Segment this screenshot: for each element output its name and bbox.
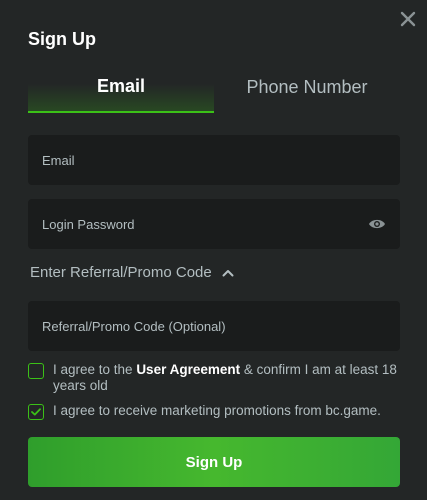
user-agreement-link[interactable]: User Agreement <box>136 362 240 377</box>
modal-title: Sign Up <box>28 29 96 49</box>
user-agreement-text: I agree to the User Agreement & confirm … <box>53 362 400 394</box>
marketing-checkbox[interactable] <box>28 404 44 420</box>
password-field-container <box>28 199 400 249</box>
user-agreement-checkbox[interactable] <box>28 363 44 379</box>
password-input[interactable] <box>42 216 368 232</box>
tab-phone-number[interactable]: Phone Number <box>214 72 400 113</box>
referral-toggle-label: Enter Referral/Promo Code <box>30 264 212 281</box>
signup-method-tabs: Email Phone Number <box>28 72 400 113</box>
email-field-container <box>28 135 400 185</box>
signup-modal: Sign Up Email Phone Number Enter Referra… <box>0 0 427 500</box>
marketing-row: I agree to receive marketing promotions … <box>28 403 400 420</box>
referral-code-input[interactable] <box>42 318 386 334</box>
marketing-text: I agree to receive marketing promotions … <box>53 403 381 418</box>
referral-code-toggle[interactable]: Enter Referral/Promo Code <box>30 264 234 281</box>
close-icon[interactable] <box>399 10 417 28</box>
user-agreement-row: I agree to the User Agreement & confirm … <box>28 362 400 394</box>
referral-field-container <box>28 301 400 351</box>
email-input[interactable] <box>42 152 386 168</box>
tab-email[interactable]: Email <box>28 72 214 113</box>
check-icon <box>31 408 41 416</box>
sign-up-button[interactable]: Sign Up <box>28 437 400 487</box>
agreement-prefix: I agree to the <box>53 362 137 377</box>
eye-icon[interactable] <box>368 217 386 231</box>
chevron-up-icon <box>222 269 234 276</box>
